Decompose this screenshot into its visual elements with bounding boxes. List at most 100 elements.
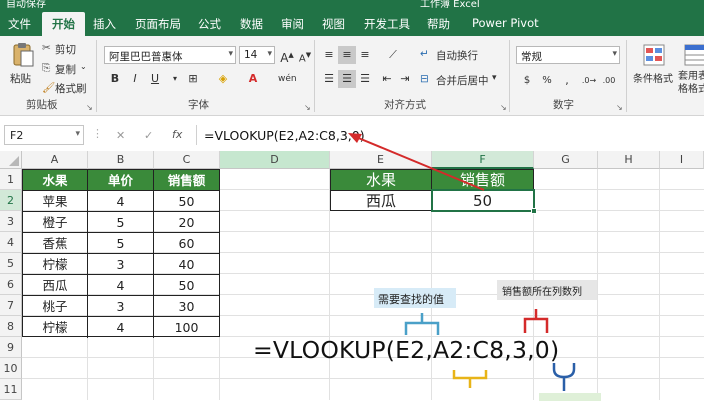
table-cell[interactable]: 60: [154, 233, 219, 254]
tab-review[interactable]: 审阅: [281, 16, 304, 32]
underline-button[interactable]: U: [146, 70, 164, 88]
paste-button[interactable]: 粘贴: [8, 42, 38, 88]
decrease-decimal-icon[interactable]: .00: [600, 72, 618, 90]
formula-input[interactable]: =VLOOKUP(E2,A2:C8,3,0): [204, 128, 365, 143]
column-header[interactable]: A: [22, 151, 88, 169]
enter-icon[interactable]: ✓: [144, 129, 153, 142]
increase-indent-icon[interactable]: ⇥: [396, 70, 414, 88]
lookup-fruit-cell[interactable]: 西瓜: [331, 191, 432, 212]
table-cell[interactable]: 柠檬: [23, 254, 88, 275]
fill-handle[interactable]: [531, 208, 537, 214]
table-cell[interactable]: 3: [88, 254, 154, 275]
column-header[interactable]: B: [88, 151, 154, 169]
table-cell[interactable]: 4: [88, 191, 154, 212]
format-painter-button[interactable]: 格式刷: [55, 81, 87, 96]
column-header[interactable]: E: [330, 151, 432, 169]
column-header[interactable]: I: [660, 151, 704, 169]
fill-color-icon[interactable]: ◈: [214, 70, 232, 88]
row-header[interactable]: 8: [0, 316, 22, 337]
row-header[interactable]: 11: [0, 379, 22, 400]
column-header[interactable]: G: [534, 151, 598, 169]
row-header[interactable]: 4: [0, 232, 22, 253]
table-cell[interactable]: 西瓜: [23, 275, 88, 296]
decrease-indent-icon[interactable]: ⇤: [378, 70, 396, 88]
font-name-select[interactable]: 阿里巴巴普惠体 ▾: [104, 46, 236, 64]
row-header[interactable]: 9: [0, 337, 22, 358]
table-cell[interactable]: 桃子: [23, 296, 88, 317]
tab-formulas[interactable]: 公式: [198, 16, 221, 32]
insert-function-icon[interactable]: fx: [172, 128, 182, 141]
column-header[interactable]: C: [154, 151, 220, 169]
table-cell[interactable]: 柠檬: [23, 317, 88, 338]
align-left-icon[interactable]: ☰: [320, 70, 338, 88]
table-cell[interactable]: 5: [88, 212, 154, 233]
decrease-font-icon[interactable]: A▼: [296, 46, 314, 64]
merge-center-button[interactable]: 合并后居中: [436, 73, 489, 88]
row-header[interactable]: 7: [0, 295, 22, 316]
row-header[interactable]: 3: [0, 211, 22, 232]
lookup-header-fruit[interactable]: 水果: [331, 170, 432, 191]
row-header[interactable]: 2: [0, 190, 22, 211]
increase-decimal-icon[interactable]: .0→: [580, 72, 598, 90]
select-all-button[interactable]: [0, 151, 22, 169]
number-launcher-icon[interactable]: ↘: [616, 103, 623, 112]
alignment-launcher-icon[interactable]: ↘: [500, 103, 507, 112]
row-header[interactable]: 10: [0, 358, 22, 379]
italic-button[interactable]: I: [126, 70, 144, 88]
table-cell[interactable]: 50: [154, 275, 219, 296]
table-cell[interactable]: 5: [88, 233, 154, 254]
cancel-icon[interactable]: ✕: [116, 129, 125, 142]
table-header-cell[interactable]: 单价: [88, 170, 154, 191]
table-cell[interactable]: 50: [154, 191, 219, 212]
bold-button[interactable]: B: [106, 70, 124, 88]
currency-icon[interactable]: $: [518, 72, 536, 90]
copy-dropdown-icon[interactable]: ⌄: [80, 62, 87, 71]
autosave-label[interactable]: 自动保存: [6, 0, 46, 8]
align-top-icon[interactable]: ≡: [320, 46, 338, 64]
table-cell[interactable]: 4: [88, 275, 154, 296]
tab-insert[interactable]: 插入: [93, 16, 116, 32]
orientation-icon[interactable]: ⟋: [384, 46, 402, 64]
borders-icon[interactable]: ⊞: [184, 70, 202, 88]
align-center-icon[interactable]: ☰: [338, 70, 356, 88]
font-size-select[interactable]: 14 ▾: [239, 46, 275, 64]
conditional-format-button[interactable]: 条件格式: [632, 42, 676, 94]
copy-button[interactable]: 复制: [55, 62, 76, 77]
name-box[interactable]: F2 ▾: [4, 125, 84, 145]
tab-home[interactable]: 开始: [42, 12, 85, 36]
table-cell[interactable]: 3: [88, 296, 154, 317]
table-cell[interactable]: 40: [154, 254, 219, 275]
tab-developer[interactable]: 开发工具: [364, 16, 410, 32]
column-header[interactable]: H: [598, 151, 660, 169]
table-cell[interactable]: 4: [88, 317, 154, 338]
table-cell[interactable]: 苹果: [23, 191, 88, 212]
tab-file[interactable]: 文件: [8, 16, 31, 32]
tab-help[interactable]: 帮助: [427, 16, 450, 32]
font-color-icon[interactable]: A: [244, 70, 262, 88]
column-header[interactable]: D: [220, 151, 330, 169]
phonetic-icon[interactable]: wén: [278, 70, 297, 88]
column-header[interactable]: F: [432, 151, 534, 169]
tab-view[interactable]: 视图: [322, 16, 345, 32]
tab-data[interactable]: 数据: [240, 16, 263, 32]
increase-font-icon[interactable]: A▲: [278, 46, 296, 65]
clipboard-launcher-icon[interactable]: ↘: [86, 103, 93, 112]
table-cell[interactable]: 香蕉: [23, 233, 88, 254]
tab-page-layout[interactable]: 页面布局: [135, 16, 181, 32]
table-cell[interactable]: 100: [154, 317, 219, 338]
lookup-header-sales[interactable]: 销售额: [432, 170, 533, 191]
cut-button[interactable]: 剪切: [55, 42, 76, 57]
row-header[interactable]: 1: [0, 169, 22, 190]
table-header-cell[interactable]: 销售额: [154, 170, 219, 191]
tab-power-pivot[interactable]: Power Pivot: [472, 16, 539, 30]
table-header-cell[interactable]: 水果: [23, 170, 88, 191]
comma-icon[interactable]: ,: [558, 72, 576, 90]
align-bottom-icon[interactable]: ≡: [356, 46, 374, 64]
table-cell[interactable]: 橙子: [23, 212, 88, 233]
row-header[interactable]: 5: [0, 253, 22, 274]
font-launcher-icon[interactable]: ↘: [304, 103, 311, 112]
align-middle-icon[interactable]: ≡: [338, 46, 356, 64]
number-format-select[interactable]: 常规 ▾: [516, 46, 620, 64]
table-format-button[interactable]: 套用表格格式: [678, 42, 704, 102]
table-cell[interactable]: 30: [154, 296, 219, 317]
